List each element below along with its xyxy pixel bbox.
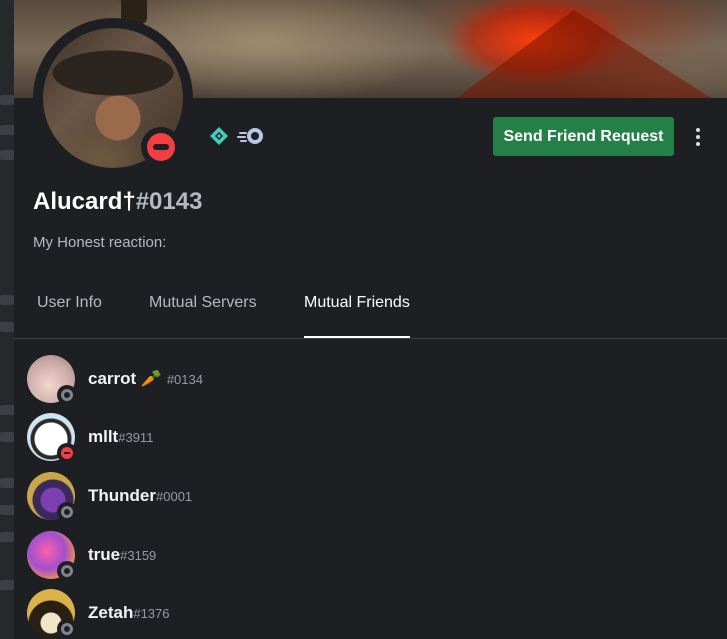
background-text-fragment [0, 478, 14, 488]
background-text-fragment [0, 580, 14, 590]
background-text-fragment [0, 125, 14, 135]
friend-name: Thunder#0001 [88, 486, 193, 505]
dnd-status-icon [141, 127, 181, 167]
background-text-fragment [0, 405, 14, 415]
list-item[interactable]: Zetah#1376 [14, 574, 727, 639]
banner-volcano [454, 10, 714, 98]
profile-bio: My Honest reaction: [33, 234, 167, 251]
background-text-fragment [0, 295, 14, 305]
background-text-fragment [0, 532, 14, 542]
list-item[interactable]: true#3159 [14, 516, 727, 581]
active-tab-indicator [304, 336, 410, 338]
list-item[interactable]: mllt#3911 [14, 398, 727, 463]
profile-tabs: User Info Mutual Servers Mutual Friends [14, 280, 727, 339]
offline-status-icon [57, 619, 77, 639]
background-text-fragment [0, 95, 14, 105]
tab-mutual-friends[interactable]: Mutual Friends [304, 294, 410, 312]
background-text-fragment [0, 432, 14, 442]
username-text: Alucard† [33, 188, 136, 215]
tab-mutual-servers[interactable]: Mutual Servers [149, 294, 257, 312]
nitro-icon[interactable] [237, 126, 265, 146]
more-vertical-icon[interactable] [688, 122, 708, 152]
profile-username: Alucard†#0143 [33, 188, 202, 216]
list-item[interactable]: Thunder#0001 [14, 457, 727, 522]
tab-user-info[interactable]: User Info [37, 294, 102, 312]
background-text-fragment [0, 322, 14, 332]
mutual-friends-list: carrot 🥕 #0134 mllt#3911 Thunder#0001 tr… [14, 340, 727, 639]
friend-name: true#3159 [88, 545, 157, 564]
send-friend-request-button[interactable]: Send Friend Request [493, 117, 674, 156]
list-item[interactable]: carrot 🥕 #0134 [14, 340, 727, 405]
username-discriminator: #0143 [135, 188, 203, 215]
hypesquad-icon[interactable] [209, 126, 229, 146]
friend-name: mllt#3911 [88, 427, 154, 446]
background-text-fragment [0, 505, 14, 515]
background-text-fragment [0, 150, 14, 160]
friend-name: Zetah#1376 [88, 603, 170, 622]
friend-name: carrot 🥕 #0134 [88, 369, 203, 388]
user-profile-modal: Send Friend Request Alucard†#0143 My Hon… [14, 0, 727, 639]
